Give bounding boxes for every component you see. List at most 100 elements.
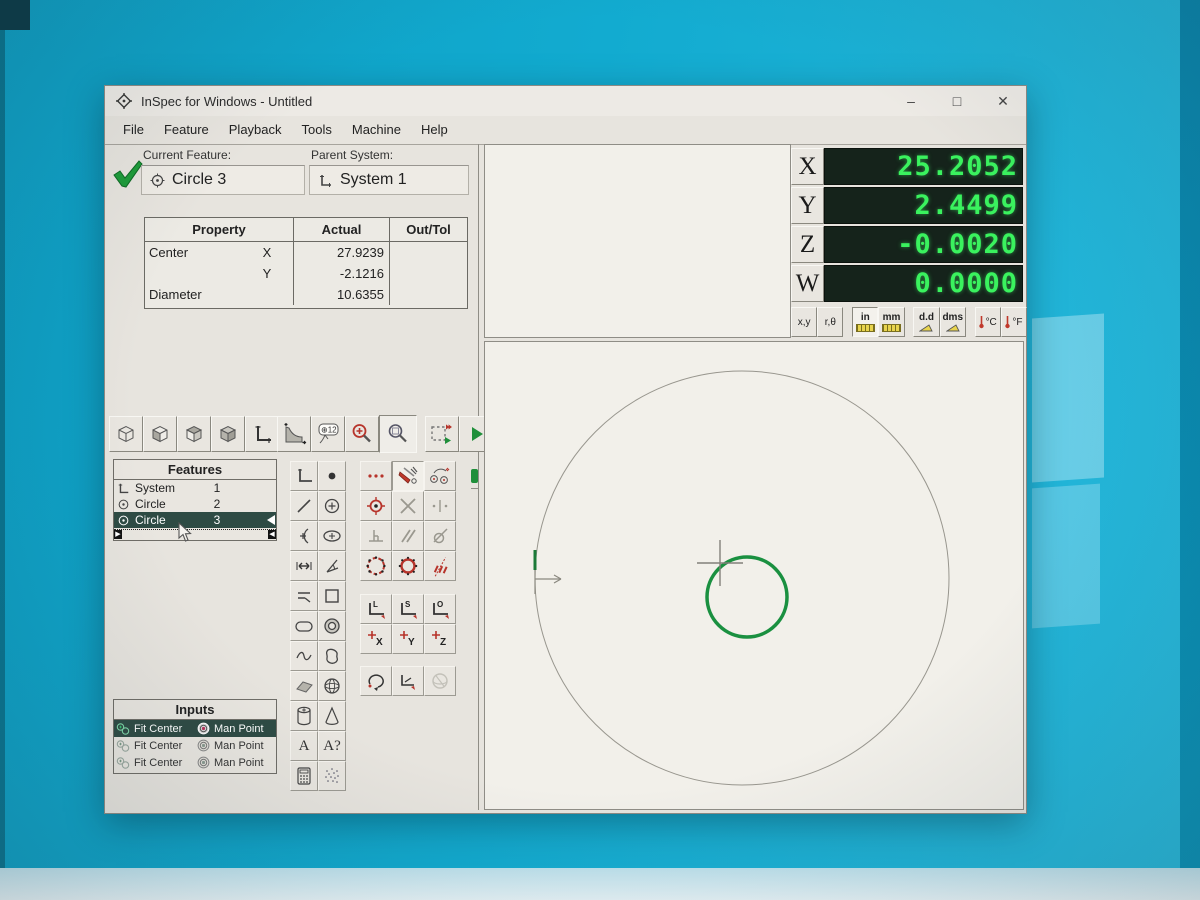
menu-help[interactable]: Help (411, 119, 458, 140)
close-button[interactable]: ✕ (980, 86, 1026, 116)
fit-center-label: Fit Center (134, 723, 182, 735)
perpendicular-icon[interactable] (360, 521, 392, 551)
csys-skew-icon[interactable]: S (392, 594, 424, 624)
menu-tools[interactable]: Tools (292, 119, 342, 140)
selected-circle-3[interactable] (707, 557, 787, 637)
gear-circle-icon[interactable] (392, 551, 424, 581)
parent-system-box[interactable]: System 1 (309, 165, 469, 195)
dro-axis-z-button[interactable]: Z (791, 226, 824, 263)
measure-cylinder-icon[interactable] (290, 701, 318, 731)
zero-z-icon[interactable]: Z (424, 624, 456, 654)
probe-path-icon[interactable] (277, 416, 311, 452)
measure-ring-icon[interactable] (318, 611, 346, 641)
calculator-tool-icon[interactable] (290, 761, 318, 791)
units-mm-button[interactable]: mm (878, 307, 904, 337)
run-selection-icon[interactable] (425, 416, 459, 452)
feature-list-item-circle3-selected[interactable]: Circle 3 (114, 512, 276, 528)
prop-outtol (389, 263, 467, 284)
measure-system-icon[interactable] (290, 461, 318, 491)
circle-feature-icon (150, 173, 165, 188)
feature-label-icon[interactable]: ⊕12 (311, 416, 345, 452)
tangent-icon[interactable] (424, 521, 456, 551)
measure-rectangle-icon[interactable] (318, 581, 346, 611)
measure-ellipse-icon[interactable] (318, 521, 346, 551)
report-panel (484, 144, 791, 338)
input-row[interactable]: Fit Center Man Point (114, 737, 276, 754)
rotate-2d-icon[interactable] (360, 666, 392, 696)
view-shaded-left-cube-icon[interactable] (143, 416, 177, 452)
units-cartesian-button[interactable]: x,y (791, 307, 817, 337)
measure-cone-icon[interactable] (318, 701, 346, 731)
feature-number: 2 (202, 497, 232, 511)
measure-point-icon[interactable] (318, 461, 346, 491)
maximize-button[interactable]: □ (934, 86, 980, 116)
multi-tool-icon[interactable] (392, 461, 424, 491)
prompt-tool-icon[interactable]: A? (318, 731, 346, 761)
feature-palette: A A? (290, 461, 346, 791)
feature-list-item-circle2[interactable]: Circle 2 (114, 496, 276, 512)
prop-axis: Y (241, 263, 293, 284)
point-cloud-icon[interactable] (318, 761, 346, 791)
menu-feature[interactable]: Feature (154, 119, 219, 140)
target-point-icon[interactable] (360, 491, 392, 521)
label-tool-icon[interactable]: A (290, 731, 318, 761)
intersection-icon[interactable] (392, 491, 424, 521)
current-feature-box[interactable]: Circle 3 (141, 165, 305, 195)
marquee-right-arrow-icon[interactable]: ◀ (268, 530, 276, 539)
view-wireframe-cube-icon[interactable] (109, 416, 143, 452)
dro-axis-w-button[interactable]: W (791, 265, 824, 302)
table-row: Y -2.1216 (145, 263, 467, 284)
feature-number: 1 (202, 481, 232, 495)
bolt-circle-icon[interactable] (360, 551, 392, 581)
input-row[interactable]: Fit Center Man Point (114, 754, 276, 771)
relation-circles-icon[interactable] (424, 461, 456, 491)
menu-file[interactable]: File (113, 119, 154, 140)
prop-axis (241, 284, 293, 305)
measure-distance-icon[interactable] (290, 551, 318, 581)
feature-list-item-system[interactable]: System 1 (114, 480, 276, 496)
zero-y-icon[interactable]: Y (392, 624, 424, 654)
dro-axis-x-button[interactable]: X (791, 148, 824, 185)
view-shaded-top-cube-icon[interactable] (177, 416, 211, 452)
measure-offset-line-icon[interactable] (290, 581, 318, 611)
measure-arc-icon[interactable] (290, 521, 318, 551)
units-polar-button[interactable]: r,θ (817, 307, 843, 337)
dro-axis-y-button[interactable]: Y (791, 187, 824, 224)
units-celsius-button[interactable]: °C (975, 307, 1001, 337)
minimize-button[interactable]: – (888, 86, 934, 116)
rotate-palette (360, 666, 456, 696)
measure-slot-icon[interactable] (290, 611, 318, 641)
thread-hatch-icon[interactable] (424, 551, 456, 581)
measure-line-icon[interactable] (290, 491, 318, 521)
measure-contour-icon[interactable] (318, 641, 346, 671)
measure-curve-icon[interactable] (290, 641, 318, 671)
svg-text:X: X (376, 637, 383, 648)
view-solid-cube-icon[interactable] (211, 416, 245, 452)
csys-origin-icon[interactable]: O (424, 594, 456, 624)
units-decimal-degrees-button[interactable]: d.d (913, 307, 939, 337)
measure-circle-icon[interactable] (318, 491, 346, 521)
input-row-selected[interactable]: Fit Center Man Point (114, 720, 276, 737)
measure-plane-icon[interactable] (290, 671, 318, 701)
zero-x-icon[interactable]: X (360, 624, 392, 654)
graphics-canvas[interactable] (484, 341, 1024, 810)
col-property: Property (145, 218, 293, 241)
parallel-icon[interactable] (392, 521, 424, 551)
menu-machine[interactable]: Machine (342, 119, 411, 140)
csys-locate-icon[interactable]: L (360, 594, 392, 624)
point-line-icon[interactable] (424, 491, 456, 521)
level-axis-icon[interactable] (392, 666, 424, 696)
title-bar[interactable]: InSpec for Windows - Untitled – □ ✕ (105, 86, 1026, 116)
menu-playback[interactable]: Playback (219, 119, 292, 140)
units-fahrenheit-button[interactable]: °F (1001, 307, 1027, 337)
zoom-in-icon[interactable] (345, 416, 379, 452)
units-dms-button[interactable]: dms (940, 307, 966, 337)
more-options-icon[interactable] (360, 461, 392, 491)
outline-circle[interactable] (535, 371, 949, 785)
measure-sphere-icon[interactable] (318, 671, 346, 701)
coordinate-system-view-icon[interactable] (245, 416, 279, 452)
marquee-left-arrow-icon[interactable]: ▶ (114, 530, 122, 539)
units-inch-button[interactable]: in (852, 307, 878, 337)
measure-angle-icon[interactable] (318, 551, 346, 581)
zoom-window-icon[interactable] (379, 415, 417, 453)
